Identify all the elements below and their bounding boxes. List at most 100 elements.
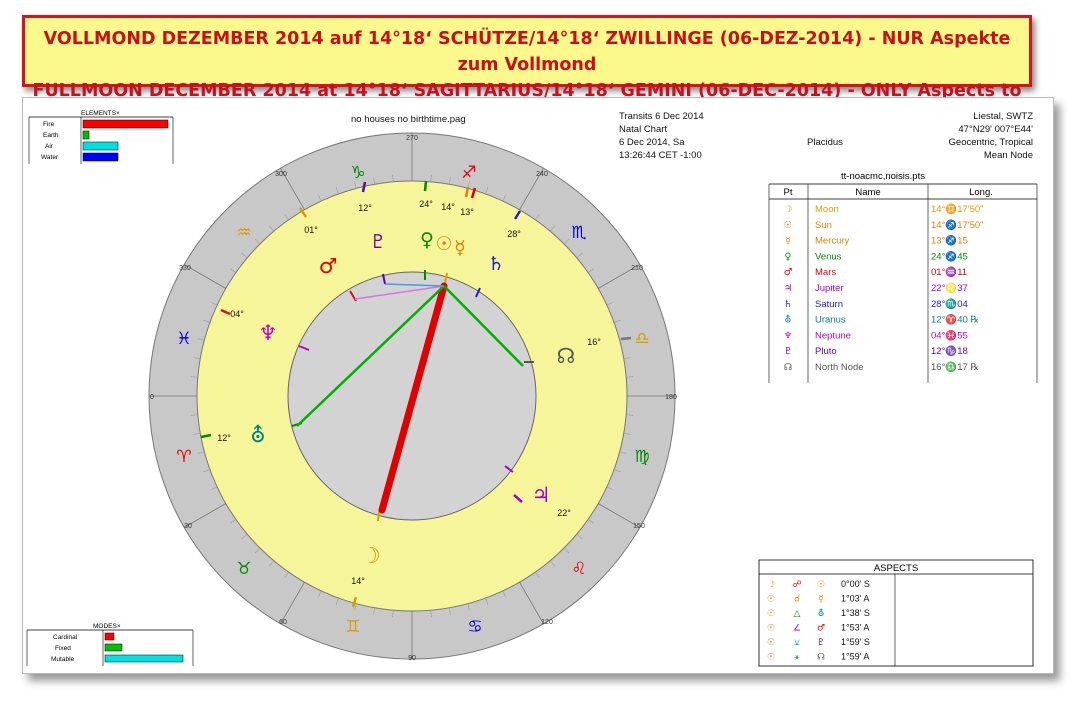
planet-long-9: 12°♑18 [931,345,968,357]
aspect-sym-3: ∠ [793,624,801,634]
planet-glyph-1: ☉ [784,220,793,231]
elements-box: ELEMENTS× Fire Earth Air Water [28,110,174,164]
cusp-deg-mars: 01° [304,225,318,235]
aspect-sym-0: ☍ [792,580,801,590]
mercury-icon: ☿ [454,237,466,259]
col-header-pt: Pt [784,187,793,198]
virgo-icon: ♍ [634,447,649,467]
planet-glyph-7: ⛢ [785,314,792,326]
planet-glyph-8: ♆ [784,330,793,341]
moon-icon: ☽ [361,544,381,569]
cusp-deg-saturn: 28° [507,229,521,239]
planet-name-9: Pluto [815,346,837,357]
tick-label-150: 150 [633,523,645,530]
tick-label-240: 240 [536,171,548,178]
tick-label-210: 210 [631,265,643,272]
planet-long-4: 01°♒11 [931,266,967,278]
tick-label-330: 330 [179,265,191,272]
planet-glyph-0: ☽ [784,204,793,215]
aspect-p1-4: ☉ [767,638,775,648]
aspect-orb-3: 1°53' A [841,623,869,633]
aspect-p2-3: ♂ [817,624,825,634]
aspect-sym-1: ☌ [794,595,800,605]
mars-icon: ♂ [319,254,338,278]
planet-name-6: Saturn [815,299,843,310]
planet-name-5: Jupiter [815,283,844,294]
tick-label-180: 180 [665,394,677,401]
planet-name-1: Sun [815,220,832,231]
planet-name-8: Neptune [815,330,851,341]
aspect-p1-0: ☽ [767,580,775,590]
aspects-title: ASPECTS [874,563,918,574]
libra-icon: ♎ [634,329,649,349]
cusp-deg-node: 16° [587,337,601,347]
col-header-long: Long. [969,187,993,198]
planet-rows: ☽ Moon 14°♊17'50" ☉ Sun 14°♐17'50" ☿ Mercury 13°… [784,203,984,373]
aspect-p1-5: ☉ [767,653,775,663]
cusp-deg-sun: 14° [441,202,455,212]
cusp-deg-moon: 14° [351,576,365,586]
planet-long-7: 12°♈40 ℞ [931,314,979,326]
aspect-sym-4: ⚺ [794,638,800,648]
aquarius-icon: ♒ [236,223,251,243]
taurus-icon: ♉ [236,559,251,579]
venus-marker [423,180,428,192]
aspects-table: ASPECTS ☽ ☍ ☉ 0°00' S ☉ ☌ ☿ 1°03' A ☉ △ ⛢ 1°38' S ☉ ∠… [758,559,1034,667]
planet-long-10: 16°♎17 ℞ [931,361,979,373]
cusp-deg-uranus: 12° [217,433,231,443]
tick-label-0: 0 [150,394,154,401]
mode-bar-cardinal [104,632,115,641]
chart-line-1: Transits 6 Dec 2014 [619,111,704,122]
chart-wheel: 270 240 210 180 150 120 90 60 30 0 330 3… [148,132,677,662]
aspect-sym-5: ⚹ [794,653,800,663]
sun-icon: ☉ [435,233,452,255]
planet-glyph-6: ♄ [784,299,793,310]
planet-name-2: Mercury [815,236,850,247]
planet-table-title: tt-noacmc,noisis.pts [841,171,925,182]
tick-label-120: 120 [541,619,553,626]
neptune-icon: ♆ [259,321,278,345]
planet-name-4: Mars [815,267,836,278]
element-bar-water [82,152,119,162]
planet-long-6: 28°♏04 [931,298,968,310]
aspect-orb-2: 1°38' S [841,608,870,618]
chart-line-3: 6 Dec 2014, Sa [619,137,685,148]
saturn-icon: ♄ [487,253,504,275]
planet-long-3: 24°♐45 [931,250,968,262]
chart-line-2: Natal Chart [619,124,667,135]
planet-name-10: North Node [815,362,864,373]
sagittarius-icon: ♐ [461,163,476,183]
pisces-icon: ♓ [176,329,191,349]
element-label-fire: Fire [43,121,55,128]
leo-icon: ♌ [571,559,586,579]
cusp-deg-mercury: 13° [460,207,474,217]
aspect-orb-4: 1°59' S [841,637,870,647]
location-line-4: Mean Node [984,150,1033,161]
mode-label-cardinal: Cardinal [53,634,78,641]
mode-label-mutable: Mutable [51,656,75,663]
element-label-water: Water [41,154,59,161]
modes-box: MODES× Cardinal Fixed Mutable [26,623,194,666]
aspect-p2-4: ♇ [817,638,825,648]
planet-name-7: Uranus [815,315,846,326]
jupiter-icon: ♃ [532,483,551,507]
mode-bar-fixed [104,643,123,652]
element-bar-fire [82,119,169,129]
cusp-deg-neptune: 04° [230,309,244,319]
aspect-p2-1: ☿ [818,595,824,605]
cusp-deg-jupiter: 22° [557,508,571,518]
planet-table: tt-noacmc,noisis.pts Pt Name Long. ☽ Moon… [768,171,1038,383]
planet-long-0: 14°♊17'50" [931,203,984,215]
tick-label-270: 270 [406,135,418,142]
aspect-orb-5: 1°59' A [841,652,869,662]
chart-line-4: 13:26:44 CET -1:00 [619,150,702,161]
modes-title: MODES× [93,623,121,630]
inner-tick-moon [377,510,380,522]
tick-label-90: 90 [408,655,416,662]
aspect-orb-1: 1°03' A [841,594,869,604]
cusp-deg-pluto: 12° [358,203,372,213]
aspect-sym-2: △ [794,609,801,619]
elements-title: ELEMENTS× [81,110,120,117]
planet-name-0: Moon [815,204,839,215]
element-label-earth: Earth [43,132,59,139]
